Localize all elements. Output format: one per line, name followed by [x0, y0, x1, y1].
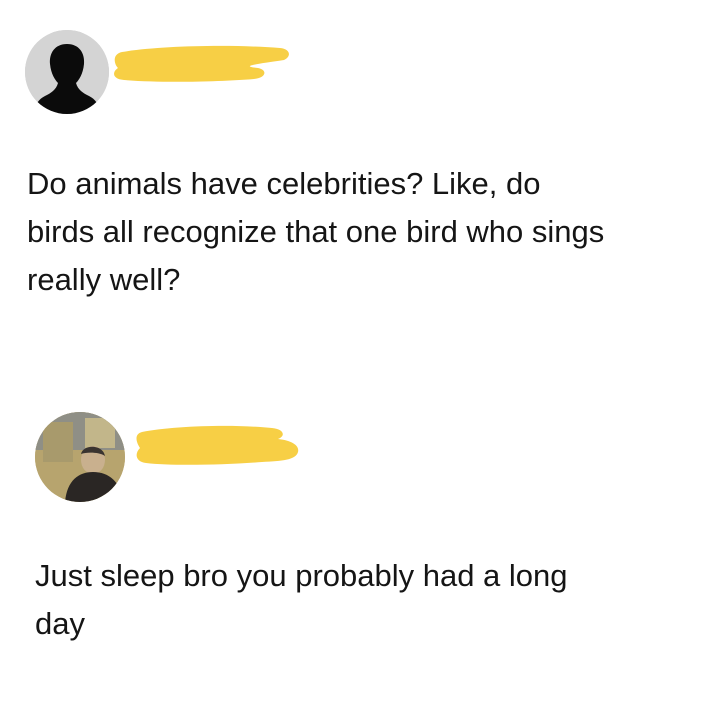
photo-avatar-icon[interactable] [35, 412, 125, 502]
tweet-text: Do animals have celebrities? Like, do bi… [27, 166, 605, 297]
username-redaction-mark [132, 420, 304, 470]
username-redaction-mark [108, 38, 294, 86]
reply-text: Just sleep bro you probably had a long d… [35, 558, 568, 641]
silhouette-avatar-icon[interactable] [25, 30, 109, 114]
